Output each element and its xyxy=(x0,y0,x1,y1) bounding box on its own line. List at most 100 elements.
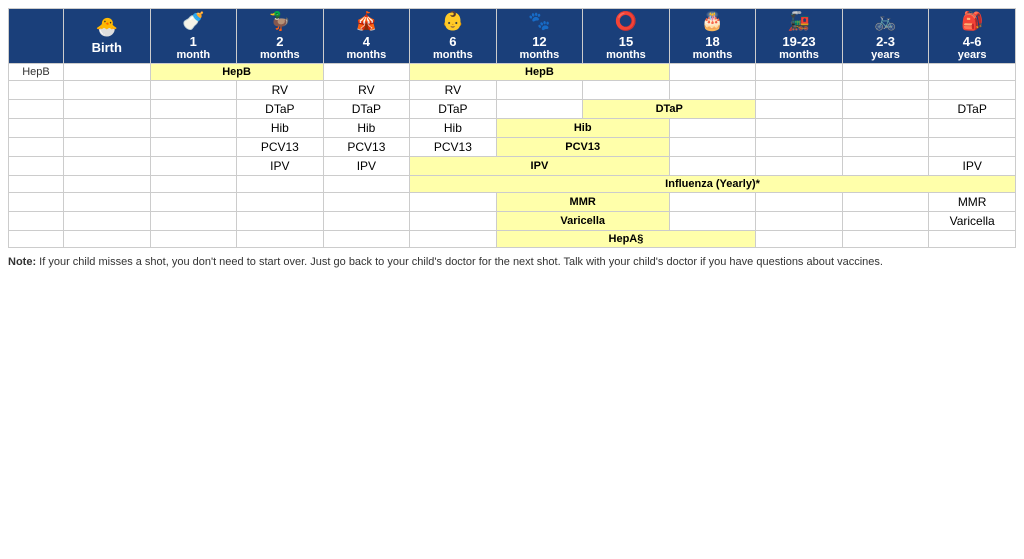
header-age-15: ⭕15months xyxy=(583,9,670,64)
vaccine-cell xyxy=(150,176,237,193)
vaccine-cell: RV xyxy=(323,81,410,100)
vaccine-schedule-table: 🐣Birth🍼1month🦆2months🎪4months👶6months🐾12… xyxy=(8,8,1016,248)
vaccine-cell xyxy=(756,231,843,248)
vaccine-cell xyxy=(410,193,497,212)
vaccine-cell xyxy=(64,138,151,157)
vaccine-name xyxy=(9,176,64,193)
vaccine-cell xyxy=(64,100,151,119)
vaccine-cell: MMR xyxy=(929,193,1016,212)
vaccine-cell: RV xyxy=(237,81,324,100)
vaccine-name xyxy=(9,231,64,248)
table-row: HibHibHibHib xyxy=(9,119,1016,138)
vaccine-cell: HepB xyxy=(410,64,670,81)
header-age-12: 🐾12months xyxy=(496,9,583,64)
vaccine-cell xyxy=(150,212,237,231)
vaccine-cell xyxy=(929,231,1016,248)
vaccine-cell: PCV13 xyxy=(323,138,410,157)
vaccine-cell xyxy=(756,193,843,212)
table-row: IPVIPVIPVIPV xyxy=(9,157,1016,176)
note-text: Note: If your child misses a shot, you d… xyxy=(8,256,883,268)
table-row: HepBHepBHepB xyxy=(9,64,1016,81)
vaccine-cell xyxy=(669,157,756,176)
note-section: Note: If your child misses a shot, you d… xyxy=(8,256,1016,268)
vaccine-cell xyxy=(842,138,929,157)
vaccine-cell: PCV13 xyxy=(496,138,669,157)
vaccine-cell xyxy=(410,212,497,231)
table-row: HepA§ xyxy=(9,231,1016,248)
vaccine-cell xyxy=(64,176,151,193)
vaccine-cell xyxy=(756,100,843,119)
vaccine-cell xyxy=(150,100,237,119)
vaccine-cell xyxy=(756,138,843,157)
vaccine-cell xyxy=(842,193,929,212)
vaccine-cell: IPV xyxy=(323,157,410,176)
vaccine-cell: Hib xyxy=(323,119,410,138)
vaccine-cell xyxy=(150,81,237,100)
header-row: 🐣Birth🍼1month🦆2months🎪4months👶6months🐾12… xyxy=(9,9,1016,64)
vaccine-cell xyxy=(929,138,1016,157)
vaccine-name xyxy=(9,119,64,138)
vaccine-cell xyxy=(64,193,151,212)
vaccine-cell xyxy=(237,212,324,231)
vaccine-cell: DTaP xyxy=(929,100,1016,119)
vaccine-cell: IPV xyxy=(929,157,1016,176)
vaccine-cell: Hib xyxy=(496,119,669,138)
vaccine-cell xyxy=(669,64,756,81)
vaccine-cell xyxy=(842,81,929,100)
vaccine-cell xyxy=(583,81,670,100)
header-age-46: 🎒4-6years xyxy=(929,9,1016,64)
vaccine-cell xyxy=(929,64,1016,81)
vaccine-cell xyxy=(669,119,756,138)
header-age-6: 👶6months xyxy=(410,9,497,64)
vaccine-cell: HepB xyxy=(150,64,323,81)
vaccine-cell xyxy=(237,231,324,248)
vaccine-cell: DTaP xyxy=(410,100,497,119)
vaccine-cell xyxy=(323,176,410,193)
vaccine-cell xyxy=(842,212,929,231)
vaccine-cell xyxy=(842,100,929,119)
vaccine-cell xyxy=(842,64,929,81)
vaccine-cell: HepA§ xyxy=(496,231,756,248)
vaccine-cell: DTaP xyxy=(583,100,756,119)
vaccine-cell: Hib xyxy=(237,119,324,138)
vaccine-cell xyxy=(150,193,237,212)
vaccine-cell xyxy=(756,64,843,81)
vaccine-cell xyxy=(323,64,410,81)
table-row: PCV13PCV13PCV13PCV13 xyxy=(9,138,1016,157)
vaccine-cell xyxy=(669,81,756,100)
vaccine-name xyxy=(9,157,64,176)
vaccine-cell xyxy=(842,119,929,138)
vaccine-cell xyxy=(842,157,929,176)
vaccine-name xyxy=(9,100,64,119)
vaccine-cell: Hib xyxy=(410,119,497,138)
vaccine-cell: IPV xyxy=(237,157,324,176)
table-row: DTaPDTaPDTaPDTaPDTaP xyxy=(9,100,1016,119)
vaccine-cell xyxy=(64,81,151,100)
vaccine-cell: MMR xyxy=(496,193,669,212)
vaccine-cell xyxy=(64,212,151,231)
vaccine-cell xyxy=(150,231,237,248)
vaccine-cell xyxy=(669,212,756,231)
vaccine-cell xyxy=(64,64,151,81)
vaccine-cell xyxy=(496,81,583,100)
table-row: RVRVRV xyxy=(9,81,1016,100)
vaccine-cell: PCV13 xyxy=(410,138,497,157)
vaccine-cell xyxy=(64,231,151,248)
vaccine-cell xyxy=(150,138,237,157)
vaccine-cell xyxy=(150,119,237,138)
header-age-18: 🎂18months xyxy=(669,9,756,64)
vaccine-cell xyxy=(410,231,497,248)
vaccine-cell xyxy=(929,119,1016,138)
vaccine-cell xyxy=(669,193,756,212)
vaccine-cell xyxy=(669,138,756,157)
vaccine-name xyxy=(9,138,64,157)
vaccine-cell xyxy=(237,193,324,212)
vaccine-cell xyxy=(64,119,151,138)
vaccine-cell xyxy=(323,212,410,231)
vaccine-cell: Varicella xyxy=(496,212,669,231)
header-age-2: 🦆2months xyxy=(237,9,324,64)
table-body: HepBHepBHepBRVRVRVDTaPDTaPDTaPDTaPDTaPHi… xyxy=(9,64,1016,248)
vaccine-cell: Varicella xyxy=(929,212,1016,231)
vaccine-cell xyxy=(756,81,843,100)
vaccine-cell xyxy=(756,212,843,231)
